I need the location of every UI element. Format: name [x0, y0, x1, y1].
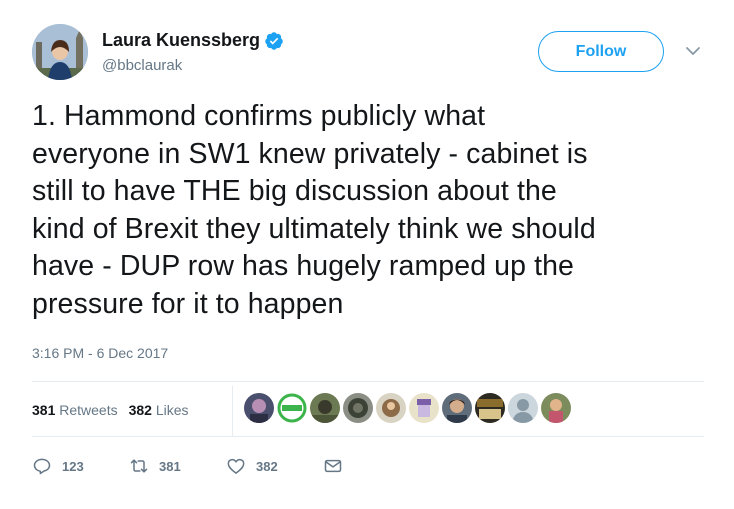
display-name[interactable]: Laura Kuenssberg: [102, 30, 260, 51]
retweets-stat[interactable]: 381 Retweets: [32, 402, 118, 418]
avatar[interactable]: [32, 24, 88, 80]
liker-avatar[interactable]: [442, 393, 472, 423]
liker-avatar[interactable]: [541, 393, 571, 423]
liker-avatar[interactable]: [310, 393, 340, 423]
tweet-timestamp[interactable]: 3:16 PM - 6 Dec 2017: [32, 345, 168, 361]
user-handle[interactable]: @bbclaurak: [102, 57, 182, 74]
liker-avatar[interactable]: [277, 393, 307, 423]
engagement-stats: 381 Retweets 382 Likes: [32, 399, 200, 421]
retweet-button[interactable]: 381: [129, 456, 226, 476]
divider: [32, 436, 704, 437]
envelope-icon: [324, 459, 342, 473]
reply-button[interactable]: 123: [32, 456, 129, 476]
liker-avatar[interactable]: [508, 393, 538, 423]
likes-stat[interactable]: 382 Likes: [129, 402, 189, 418]
liker-avatar[interactable]: [475, 393, 505, 423]
like-button[interactable]: 382: [226, 456, 323, 476]
liker-avatar[interactable]: [343, 393, 373, 423]
retweets-count: 381: [32, 402, 56, 418]
like-count: 382: [256, 458, 278, 474]
liker-avatar[interactable]: [409, 393, 439, 423]
tweet-text: 1. Hammond confirms publicly what everyo…: [32, 100, 596, 320]
likes-count: 382: [128, 402, 152, 418]
liker-avatar[interactable]: [376, 393, 406, 423]
verified-badge-icon: [264, 31, 284, 51]
liker-avatars: [244, 393, 574, 425]
chevron-down-icon[interactable]: [682, 40, 704, 62]
stats-separator: [232, 386, 233, 436]
follow-button[interactable]: Follow: [538, 31, 664, 72]
tweet-header: Laura Kuenssberg @bbclaurak Follow: [32, 24, 712, 84]
divider: [32, 381, 704, 382]
retweets-label: Retweets: [59, 402, 118, 418]
liker-avatar[interactable]: [244, 393, 274, 423]
tweet-actions: 123 381 382: [32, 454, 353, 478]
retweet-count: 381: [159, 458, 181, 474]
likes-label: Likes: [155, 402, 189, 418]
name-row: Laura Kuenssberg: [102, 30, 284, 51]
heart-icon: [227, 458, 245, 474]
direct-message-button[interactable]: [323, 456, 353, 476]
reply-icon: [33, 458, 51, 475]
retweet-icon: [130, 459, 148, 473]
reply-count: 123: [62, 458, 84, 474]
